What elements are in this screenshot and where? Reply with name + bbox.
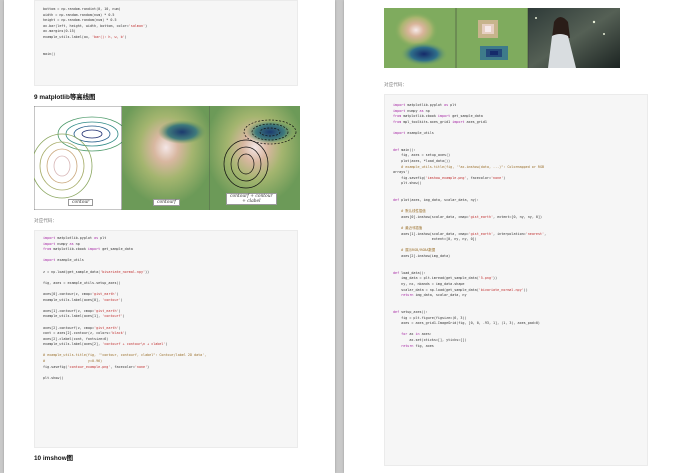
right-page: 对应代码： import matplotlib.pyplot as plt imp…	[344, 0, 674, 473]
imshow-figure	[384, 8, 620, 68]
contour-figure: contour contourf contourf + contour + cl…	[34, 106, 300, 210]
code-contour-line: plt.show()	[43, 375, 64, 380]
panel-label-contourf: contourf	[153, 199, 180, 206]
panel-label-contourf-clabel: contourf + contour + clabel	[226, 193, 277, 205]
left-page: bottom = np.random.randint(0, 10, num) wi…	[4, 0, 335, 473]
section-9-heading: 9 matplotlib等高线图	[34, 94, 96, 101]
code-caption: 对应代码：	[34, 218, 57, 223]
section-10-heading: 10 imshow图	[34, 455, 74, 462]
imshow-figure-svg	[384, 8, 620, 68]
code-imshow-line: return fig, axes	[401, 343, 434, 348]
code-block-bar-example: bottom = np.random.randint(0, 10, num) wi…	[34, 0, 298, 86]
code-block-imshow: import matplotlib.pyplot as plt import nu…	[384, 94, 648, 466]
code-block-contour: import matplotlib.pyplot as plt import nu…	[34, 230, 298, 448]
code-caption: 对应代码：	[384, 82, 407, 87]
panel-label-contour: contour	[68, 199, 94, 206]
code-top-line: main()	[43, 51, 56, 56]
